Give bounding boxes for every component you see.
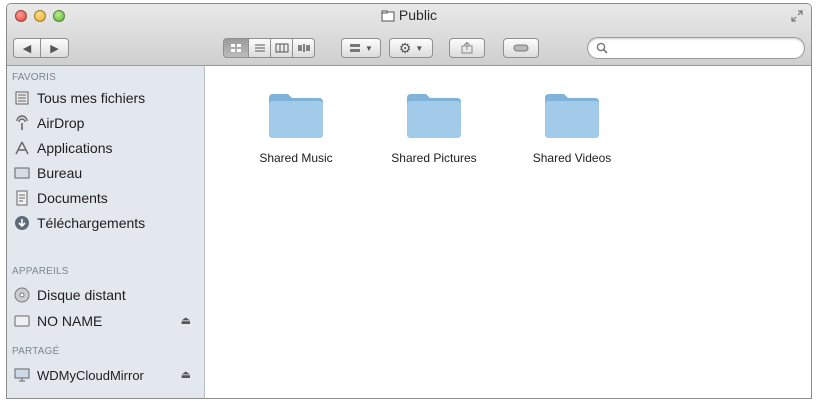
chevron-down-icon: ▼ [365,43,373,53]
share-button[interactable] [449,38,485,58]
view-mode-control [223,38,315,58]
sidebar-item-label: Tous mes fichiers [37,90,146,106]
sidebar-item-label: Bureau [37,165,83,181]
network-computer-icon [13,366,31,384]
column-view-icon [275,43,288,53]
sidebar-section-heading: FAVORIS [12,72,57,83]
sidebar: FAVORIS Tous mes fichiers AirDrop Applic… [7,66,205,398]
window-title-bar: Public [7,7,811,25]
arrange-button[interactable]: ▼ [341,38,381,58]
list-view-icon [254,44,265,52]
sidebar-item-label: AirDrop [37,115,85,131]
sidebar-item-applications[interactable]: Applications [13,137,199,159]
sidebar-item-label: Documents [37,190,108,206]
folder-item[interactable]: Shared Videos [512,88,632,165]
file-browser-content: Shared Music Shared Pictures Shared Vide… [206,66,811,398]
disc-icon [13,286,31,304]
list-view-button[interactable] [249,38,271,58]
window-title: Public [398,7,438,23]
tag-icon [513,44,529,52]
documents-icon [13,189,31,207]
sidebar-section-heading: PARTAGÉ [12,346,60,357]
share-icon [461,42,473,54]
sidebar-item-desktop[interactable]: Bureau [13,162,199,184]
airdrop-icon [13,114,31,132]
back-button[interactable]: ◀ [13,38,41,58]
eject-icon[interactable]: ⏏ [181,368,191,381]
folder-label: Shared Pictures [391,151,477,165]
sidebar-item-label: Téléchargements [37,215,146,231]
toolbar: Public ◀ ▶ ▼ ⚙ ▼ [7,4,811,66]
eject-icon[interactable]: ⏏ [181,314,191,327]
folder-label: Shared Music [259,151,333,165]
sidebar-item-no-name[interactable]: NO NAME ⏏ [13,310,199,332]
folder-icon [404,94,464,144]
gear-icon: ⚙ [398,39,412,56]
folder-icon [381,9,395,25]
column-view-button[interactable] [271,38,293,58]
sidebar-item-all-files[interactable]: Tous mes fichiers [13,87,199,109]
coverflow-view-button[interactable] [293,38,315,58]
drive-icon [13,312,31,330]
sidebar-item-remote-disc[interactable]: Disque distant [13,284,199,306]
sidebar-item-downloads[interactable]: Téléchargements [13,212,199,234]
tags-button[interactable] [503,38,539,58]
back-forward-control: ◀ ▶ [13,38,69,58]
chevron-down-icon: ▼ [415,43,424,53]
folder-icon [542,94,602,144]
coverflow-view-icon [297,44,310,52]
applications-icon [13,139,31,157]
action-button[interactable]: ⚙ ▼ [389,38,433,58]
folder-item[interactable]: Shared Music [236,88,356,165]
forward-button[interactable]: ▶ [41,38,69,58]
folder-label: Shared Videos [532,151,612,165]
finder-window: Public ◀ ▶ ▼ ⚙ ▼ FAVORIS Tous mes fichie… [6,3,812,399]
sidebar-item-wdmycloudmirror[interactable]: WDMyCloudMirror ⏏ [13,364,199,386]
folder-item[interactable]: Shared Pictures [374,88,494,165]
search-icon [596,41,608,59]
icon-view-button[interactable] [223,38,249,58]
icon-view-icon [231,44,241,52]
sidebar-item-airdrop[interactable]: AirDrop [13,112,199,134]
fullscreen-icon[interactable] [791,9,803,27]
search-field[interactable] [587,37,805,59]
sidebar-item-label: Disque distant [37,287,126,303]
arrange-icon [350,44,361,52]
sidebar-section-heading: APPAREILS [12,266,69,277]
desktop-icon [13,164,31,182]
downloads-icon [13,214,31,232]
sidebar-item-label: NO NAME [37,313,103,329]
sidebar-item-label: Applications [37,140,113,156]
sidebar-item-documents[interactable]: Documents [13,187,199,209]
all-files-icon [13,89,31,107]
folder-icon [266,94,326,144]
sidebar-item-label: WDMyCloudMirror [37,367,144,383]
